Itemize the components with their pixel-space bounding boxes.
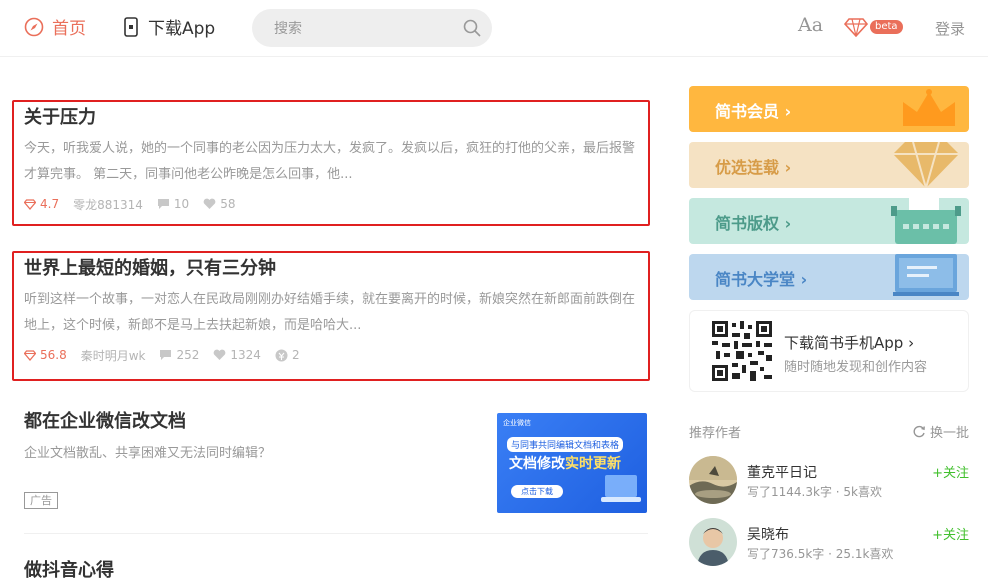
reward-coin-icon [275,349,288,361]
author-name[interactable]: 吴晓布 [747,524,789,544]
article-score-value: 4.7 [40,197,60,211]
avatar[interactable] [689,518,737,566]
search-input[interactable] [272,18,446,40]
ad-banner-line2-a: 文档修改 [509,456,565,472]
article-meta: 56.8 秦时明月wk 252 1324 2 [24,347,636,363]
nav-home-link[interactable]: 首页 [24,14,86,39]
recommended-authors-title: 推荐作者 [689,426,742,441]
board-vip-label: 简书会员 › [715,102,792,121]
board-copyright-label: 简书版权 › [715,214,792,233]
refresh-icon [913,425,925,438]
blackboard-icon [893,254,959,296]
article-likes-count: 1324 [230,348,261,362]
ad-banner-cta: 点击下载 [511,485,563,498]
font-size-button[interactable]: Aa [798,14,823,36]
follow-button[interactable]: +关注 [932,462,969,481]
comment-icon [160,350,172,360]
refresh-authors-button[interactable]: 换一批 [913,422,969,441]
follow-button[interactable]: +关注 [932,524,969,543]
login-link[interactable]: 登录 [935,18,965,39]
typewriter-icon [891,198,961,244]
ad-banner-line1: 与同事共同编辑文档和表格 [507,437,624,452]
diamond-icon [893,142,959,188]
board-university-label: 简书大学堂 › [715,270,808,289]
board-serial[interactable]: 优选连载 › [689,142,969,188]
article-comments[interactable]: 10 [157,197,189,211]
board-vip[interactable]: 简书会员 › [689,86,969,132]
download-app-card[interactable]: 下载简书手机App › 随时随地发现和创作内容 [689,310,969,392]
article-item: 关于压力 今天，听我爱人说，她的一个同事的老公因为压力太大，发疯了。发疯以后，疯… [24,106,636,212]
author-item: 吴晓布 写了736.5k字 · 25.1k喜欢 +关注 [689,518,969,566]
top-navbar: 首页 下载App Aa beta 登录 [0,0,988,57]
diamond-icon [24,198,36,210]
search-box [252,9,492,47]
article-comments-count: 252 [176,348,200,362]
article-title[interactable]: 关于压力 [24,106,636,130]
nav-home-label: 首页 [52,19,86,39]
ad-banner-image[interactable]: 企业微信 与同事共同编辑文档和表格 文档修改实时更新 点击下载 [497,413,647,513]
article-rewards: 2 [275,348,300,362]
download-app-title: 下载简书手机App › [784,334,915,352]
laptop-illustration-icon [601,475,641,502]
board-university[interactable]: 简书大学堂 › [689,254,969,300]
comment-icon [157,199,169,209]
refresh-authors-label: 换一批 [929,426,969,441]
article-title[interactable]: 世界上最短的婚姻，只有三分钟 [24,257,636,281]
nav-app-label: 下载App [148,19,216,39]
article-title[interactable]: 做抖音心得 [24,556,114,582]
article-likes-count: 58 [220,197,236,211]
author-item: 董克平日记 写了1144.3k字 · 5k喜欢 +关注 [689,456,969,504]
ad-banner-line2: 文档修改实时更新 [509,453,621,473]
crown-icon [903,89,955,126]
article-meta: 4.7 零龙881314 10 58 [24,196,636,212]
article-score: 4.7 [24,197,59,211]
author-stats: 写了736.5k字 · 25.1k喜欢 [747,547,894,561]
article-rewards-count: 2 [291,348,300,362]
qr-code-icon [712,321,772,381]
phone-icon [124,16,138,37]
heart-icon [203,198,216,209]
board-copyright[interactable]: 简书版权 › [689,198,969,244]
heart-icon [214,349,226,360]
ad-banner-logo: 企业微信 [503,419,531,427]
download-app-description: 随时随地发现和创作内容 [784,360,928,375]
author-stats: 写了1144.3k字 · 5k喜欢 [747,485,882,499]
compass-icon [24,17,44,36]
article-score: 56.8 [24,348,67,362]
avatar-landscape-image [689,456,737,504]
article-author[interactable]: 零龙881314 [73,196,143,213]
ad-banner-line2-b: 实时更新 [565,456,621,472]
nav-download-app-link[interactable]: 下载App [124,14,215,39]
article-item: 世界上最短的婚姻，只有三分钟 听到这样一个故事，一对恋人在民政局刚刚办好结婚手续… [24,257,636,363]
avatar-person-image [689,518,737,566]
article-likes: 58 [203,197,235,211]
list-divider [24,533,648,534]
article-author[interactable]: 秦时明月wk [81,347,146,364]
article-score-value: 56.8 [40,348,67,362]
board-serial-label: 优选连载 › [715,158,792,177]
article-abstract: 听到这样一个故事，一对恋人在民政局刚刚办好结婚手续，就在要离开的时候，新娘突然在… [24,292,636,333]
diamond-icon [24,349,36,361]
article-abstract: 今天，听我爱人说，她的一个同事的老公因为压力太大，发疯了。发疯以后，疯狂的打他的… [24,141,636,182]
beta-link[interactable]: beta [844,17,903,37]
search-icon[interactable] [462,18,482,38]
ad-tag: 广告 [24,492,58,509]
article-comments[interactable]: 252 [159,348,199,362]
diamond-icon [844,18,868,37]
avatar[interactable] [689,456,737,504]
article-likes: 1324 [213,348,261,362]
beta-badge: beta [870,20,903,34]
article-comments-count: 10 [173,197,190,211]
ad-item[interactable]: 都在企业微信改文档 企业文档散乱、共享困难又无法同时编辑？ 广告 企业微信 与同… [24,410,648,513]
author-name[interactable]: 董克平日记 [747,462,817,482]
